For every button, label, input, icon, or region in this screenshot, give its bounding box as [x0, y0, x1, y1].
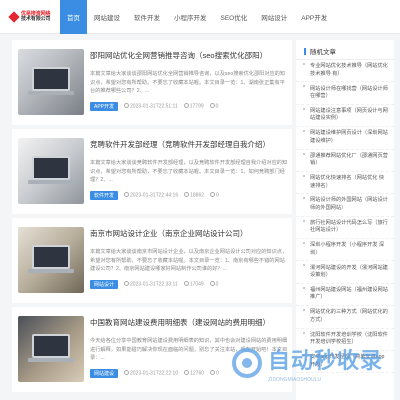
date-meta: 2023-01-31T22:22:10	[124, 370, 178, 377]
comments-meta: 0	[209, 281, 218, 288]
sidebar-article-link[interactable]: 网站优化快速排名（网站优化 快速排名）	[296, 172, 394, 195]
sidebar-article-link[interactable]: 网站建设注意事项（网页设计与网站建设实例）	[296, 105, 394, 128]
nav-app-dev[interactable]: APP开发	[294, 0, 334, 34]
nav-home[interactable]: 首页	[60, 0, 87, 34]
article-thumbnail[interactable]	[18, 227, 84, 293]
category-tag[interactable]: 网站建设	[90, 369, 119, 378]
views-meta: 18862	[184, 192, 204, 199]
comments-meta: 0	[209, 103, 218, 110]
article-meta: 网站建设 2023-01-31T22:22:10 12760 0	[90, 369, 219, 378]
logo-line-2: 技术有限公司	[21, 16, 51, 22]
watermark: 自动秒收录 ZIDONGMIAOSHOULU	[232, 333, 392, 393]
watermark-text: 自动秒收录	[268, 348, 384, 373]
sidebar-article-link[interactable]: 漯河网站建设的开发（漯河网站建设策划）	[296, 261, 394, 284]
date-meta: 2023-01-31T22:51:11	[124, 103, 178, 110]
article-excerpt: 本篇文章给大家谈谈邵阳网站优化全网营销推导咨询，以及seo搜索优化邵阳对应的知识…	[90, 71, 286, 94]
comment-icon	[209, 103, 215, 109]
article-thumbnail[interactable]	[18, 49, 84, 115]
comment-icon	[209, 281, 215, 287]
article-excerpt: 本篇文章给大家谈谈南京市网站设计企业，以及南京企业网站设计公司对应的知识点，希望…	[90, 249, 288, 272]
site-logo[interactable]: 优易搜资网络 技术有限公司	[8, 6, 58, 28]
article-meta: 软件开发 2023-01-31T22:44:16 18862 0	[90, 191, 219, 200]
watermark-logo-icon	[232, 348, 262, 378]
comments-meta: 0	[210, 192, 219, 199]
nav-website-building[interactable]: 网站建设	[87, 0, 127, 34]
article-card[interactable]: 邵阳网站优化全网营销推导咨询（seo搜索优化邵阳） 本篇文章给大家谈谈邵阳网站优…	[12, 40, 292, 125]
top-navbar: 优易搜资网络 技术有限公司 首页 网站建设 软件开发 小程序开发 SEO优化 网…	[0, 0, 400, 34]
views-meta: 12760	[184, 370, 204, 377]
clock-icon	[124, 192, 130, 198]
eye-icon	[184, 370, 190, 376]
views-meta: 17799	[183, 103, 204, 110]
sidebar-article-link[interactable]: 专业网站优化技术推导（网站优化技术推导 有）	[296, 60, 394, 83]
views-meta: 17049	[183, 281, 204, 288]
sidebar-article-link[interactable]: 深圳小程序开发（小程序开发 深圳）	[296, 239, 394, 262]
category-tag[interactable]: APP开发	[90, 102, 119, 111]
comment-icon	[210, 192, 216, 198]
nav-software-dev[interactable]: 软件开发	[127, 0, 167, 34]
clock-icon	[124, 281, 130, 287]
article-title[interactable]: 邵阳网站优化全网营销推导咨询（seo搜索优化邵阳）	[90, 50, 290, 61]
logo-icon	[8, 11, 20, 23]
nav-miniprogram-dev[interactable]: 小程序开发	[167, 0, 214, 34]
clock-icon	[124, 103, 130, 109]
sidebar-article-link[interactable]: 网站设计师的外国网站（网站设计师的外国网站）	[296, 194, 394, 217]
article-title[interactable]: 中国教育网站建设费用明细表（建设网站的费用明细）	[90, 317, 290, 328]
article-title[interactable]: 竞聘软件开发部经理（竞聘软件开发部经理自我介绍）	[90, 139, 290, 150]
article-thumbnail[interactable]	[18, 138, 84, 204]
eye-icon	[184, 192, 190, 198]
article-card[interactable]: 南京市网站设计企业（南京企业网站设计公司） 本篇文章给大家谈谈南京市网站设计企业…	[12, 218, 292, 303]
article-meta: APP开发 2023-01-31T22:51:11 17799 0	[90, 102, 218, 111]
sidebar-article-link[interactable]: 网站设计师在哪找营（网站设计师在哪营）	[296, 82, 394, 105]
article-title[interactable]: 南京市网站设计企业（南京企业网站设计公司）	[90, 228, 290, 239]
category-tag[interactable]: 软件开发	[90, 191, 119, 200]
eye-icon	[183, 103, 189, 109]
sidebar-article-link[interactable]: 邵通推荐网站优化厂（邵通网页营销）	[296, 150, 394, 172]
comments-meta: 0	[210, 370, 219, 377]
watermark-subtext: ZIDONGMIAOSHOULU	[268, 377, 322, 383]
date-meta: 2023-01-31T22:44:16	[124, 192, 178, 199]
category-tag[interactable]: 网站设计	[90, 280, 119, 289]
clock-icon	[124, 370, 130, 376]
eye-icon	[183, 281, 189, 287]
date-meta: 2023-01-31T22:33:11	[124, 281, 178, 288]
nav-website-design[interactable]: 网站设计	[254, 0, 294, 34]
sidebar-article-link[interactable]: 网站建设维护网页设计（深圳网站建设维护）	[296, 127, 394, 150]
comment-icon	[210, 370, 216, 376]
article-card[interactable]: 竞聘软件开发部经理（竞聘软件开发部经理自我介绍） 本篇文章给大家谈谈竞聘软件开发…	[12, 129, 292, 214]
sidebar-list: 专业网站优化技术推导（网站优化技术推导 有） 网站设计师在哪找营（网站设计师在哪营…	[296, 60, 394, 374]
sidebar-article-link[interactable]: 网站优化的三种方式（网站优化的方式）	[296, 306, 394, 329]
sidebar-title: 随机文章	[296, 40, 394, 60]
sidebar-article-link[interactable]: 旅行社网站设计代码怎么写（旅行社网站设计）	[296, 217, 394, 239]
article-meta: 网站设计 2023-01-31T22:33:11 17049 0	[90, 280, 218, 289]
article-thumbnail[interactable]	[18, 316, 84, 382]
sidebar-article-link[interactable]: 福州网站建设网站（福州建设网站推广）	[296, 284, 394, 307]
article-excerpt: 本篇文章给大家谈谈竞聘软件开发部经理，以及竞聘软件开发部经理自我介绍对应的知识点…	[90, 160, 288, 183]
nav-seo[interactable]: SEO优化	[214, 0, 255, 34]
main-nav: 首页 网站建设 软件开发 小程序开发 SEO优化 网站设计 APP开发	[60, 0, 334, 34]
